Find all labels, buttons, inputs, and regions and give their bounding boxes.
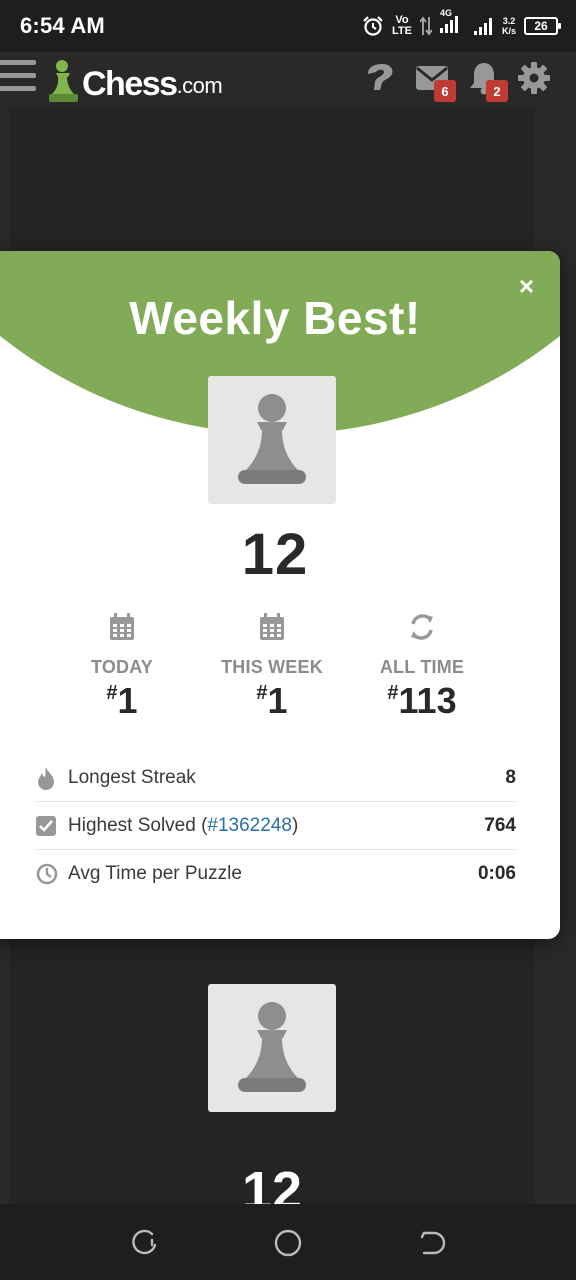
status-icons: Vo LTE 4G 3.2 K/s 26 [362,8,561,40]
stat-label: Avg Time per Puzzle [68,863,242,884]
puzzle-link[interactable]: #1362248 [207,815,292,836]
status-bar: 6:54 AM Vo LTE 4G 3.2 K/s 26 [0,0,576,52]
score: 12 [241,522,309,587]
stat-value: 0:06 [477,863,516,884]
back-button[interactable] [418,1228,448,1258]
system-nav-bar [0,1204,576,1280]
recents-icon [132,1229,157,1255]
recents-button[interactable] [130,1228,160,1258]
rank-this-week: THIS WEEK #1 [197,611,347,722]
stat-value: 8 [505,766,516,788]
score-background: 12 [241,1161,303,1206]
alarm-icon [363,16,383,36]
checkbox-icon [36,812,64,840]
rank-value: #113 [387,680,457,721]
notification-badge: 2 [486,80,508,102]
logo-suffix: .com [176,73,223,98]
pawn-icon [238,394,306,484]
data-arrows-icon [419,16,432,36]
stat-label: Longest Streak [68,766,196,788]
rank-all-time: ALL TIME #113 [347,611,497,722]
pawn-logo-icon [49,60,78,102]
network-indicator: 4G [439,8,466,39]
signal-2-icon [473,18,492,35]
net-speed: 3.2 K/s [501,16,516,36]
rank-today: TODAY #1 [47,611,197,722]
stat-highest-solved: Highest Solved (#1362248) 764 [36,802,516,850]
refresh-icon [347,611,497,643]
stats-list: Longest Streak 8 Highest Solved (#136224… [36,754,516,898]
menu-icon[interactable] [0,60,36,96]
status-time: 6:54 AM [20,13,105,38]
stat-avg-time: Avg Time per Puzzle 0:06 [36,850,516,898]
rank-value: #1 [256,680,288,721]
logo-text: Chess [82,65,178,103]
modal-title: Weekly Best! [129,292,421,344]
close-button[interactable]: × [519,273,534,299]
chess-logo[interactable]: Chess .com [48,58,223,104]
volte-indicator: Vo LTE [392,14,412,37]
bell-icon[interactable]: 2 [466,60,508,102]
home-icon [274,1229,302,1257]
help-icon[interactable] [362,60,398,96]
gear-icon[interactable] [516,60,552,96]
calendar-icon [197,611,347,643]
mail-badge: 6 [434,80,456,102]
rank-value: #1 [106,680,138,721]
stat-label: Highest Solved (#1362248) [68,814,299,836]
battery-icon: 26 [524,17,561,35]
flame-icon [36,764,64,792]
rank-label: THIS WEEK [221,657,323,677]
clock-icon [36,860,64,888]
pawn-image [208,376,336,504]
back-icon [420,1231,446,1255]
rank-label: TODAY [90,657,154,677]
pawn-image-background [208,984,336,1112]
stat-longest-streak: Longest Streak 8 [36,754,516,802]
calendar-icon [47,611,197,643]
app-header: Chess .com 6 2 [0,52,576,108]
weekly-best-modal: Weekly Best! × 12 TODAY #1 THIS WEEK #1 … [0,251,560,939]
rank-row: TODAY #1 THIS WEEK #1 ALL TIME #113 [47,611,497,722]
mail-icon[interactable]: 6 [414,60,456,102]
pawn-icon [238,1002,306,1092]
stat-value: 764 [484,814,516,836]
home-button[interactable] [273,1228,303,1258]
rank-label: ALL TIME [379,657,465,677]
